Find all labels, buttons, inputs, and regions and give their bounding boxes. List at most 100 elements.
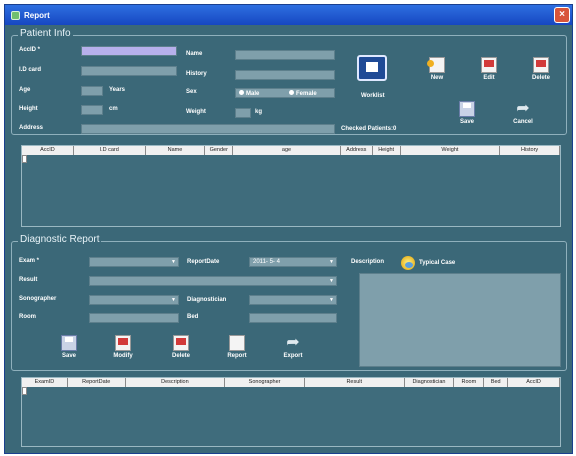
sex-male-radio[interactable]: Male xyxy=(239,90,259,97)
report-window: Report × Patient Info AccID * I.D card A… xyxy=(4,4,573,454)
diagnostic-report-title: Diagnostic Report xyxy=(18,234,102,245)
address-label: Address xyxy=(19,125,44,131)
save-patient-button[interactable]: Save xyxy=(449,101,485,125)
worklist-label[interactable]: Worklist xyxy=(361,93,385,99)
weight-unit: kg xyxy=(255,109,263,115)
cancel-icon: ➦ xyxy=(516,100,530,117)
patient-info-title: Patient Info xyxy=(18,28,73,39)
history-input[interactable] xyxy=(235,70,335,80)
col-age[interactable]: age xyxy=(233,146,341,155)
history-label: History xyxy=(186,71,207,77)
worklist-icon[interactable] xyxy=(357,55,387,81)
delete-icon xyxy=(533,57,549,73)
col-gender[interactable]: Gender xyxy=(205,146,234,155)
id-card-label: I.D card xyxy=(19,67,42,73)
col-exam-id[interactable]: ExamID xyxy=(22,378,68,387)
exam-select[interactable]: ▼ xyxy=(89,257,179,267)
id-card-input[interactable] xyxy=(81,66,177,76)
col-height[interactable]: Height xyxy=(373,146,401,155)
report-button[interactable]: Report xyxy=(219,335,255,359)
sex-male-label: Male xyxy=(246,91,260,97)
save-patient-label: Save xyxy=(459,119,474,125)
export-button-label: Export xyxy=(283,353,303,359)
export-icon: ➦ xyxy=(286,334,300,351)
checked-patients-label: Checked Patients:0 xyxy=(341,126,397,132)
col-weight[interactable]: Weight xyxy=(401,146,501,155)
weight-label: Weight xyxy=(186,109,206,115)
save-report-button[interactable]: Save xyxy=(51,335,87,359)
sonographer-select[interactable]: ▼ xyxy=(89,295,179,305)
col-diagnostician[interactable]: Diagnostician xyxy=(405,378,455,387)
edit-icon xyxy=(481,57,497,73)
col-report-date[interactable]: ReportDate xyxy=(68,378,126,387)
report-date-label: ReportDate xyxy=(187,259,220,265)
sonographer-label: Sonographer xyxy=(19,296,57,302)
result-label: Result xyxy=(19,277,38,283)
address-input[interactable] xyxy=(81,124,335,134)
name-input[interactable] xyxy=(235,50,335,60)
bed-input[interactable] xyxy=(249,313,337,323)
delete-report-label: Delete xyxy=(171,353,190,359)
sex-female-label: Female xyxy=(296,91,317,97)
save-icon xyxy=(459,101,475,117)
delete-button[interactable]: Delete xyxy=(523,57,559,81)
exam-label: Exam * xyxy=(19,258,40,264)
delete-report-icon xyxy=(173,335,189,351)
report-icon xyxy=(229,335,245,351)
report-date-value: 2011- 5- 4 xyxy=(253,259,280,265)
name-label: Name xyxy=(186,51,203,57)
col-address[interactable]: Address xyxy=(341,146,373,155)
room-label: Room xyxy=(19,314,36,320)
col-accid[interactable]: AccID xyxy=(22,146,74,155)
col-id-card[interactable]: I.D card xyxy=(74,146,146,155)
save-report-label: Save xyxy=(61,353,76,359)
modify-icon xyxy=(115,335,131,351)
height-input[interactable] xyxy=(81,105,103,115)
edit-button[interactable]: Edit xyxy=(471,57,507,81)
typical-case-icon[interactable] xyxy=(401,256,415,270)
col-history[interactable]: History xyxy=(500,146,560,155)
diagnostician-select[interactable]: ▼ xyxy=(249,295,337,305)
window-title: Report xyxy=(24,10,50,20)
col-room[interactable]: Room xyxy=(454,378,485,387)
col-bed[interactable]: Bed xyxy=(484,378,509,387)
weight-input[interactable] xyxy=(235,108,251,118)
col-sonographer[interactable]: Sonographer xyxy=(225,378,305,387)
modify-button[interactable]: Modify xyxy=(105,335,141,359)
description-textarea[interactable] xyxy=(359,273,561,367)
height-label: Height xyxy=(19,106,38,112)
bed-label: Bed xyxy=(187,314,199,320)
close-icon[interactable]: × xyxy=(554,7,570,23)
title-bar: Report × xyxy=(5,5,572,25)
cancel-button-label: Cancel xyxy=(513,119,533,125)
modify-button-label: Modify xyxy=(113,353,133,359)
col-report-accid[interactable]: AccID xyxy=(508,378,560,387)
report-date-picker[interactable]: 2011- 5- 4 ▼ xyxy=(249,257,337,267)
app-icon xyxy=(11,10,20,20)
typical-case-label[interactable]: Typical Case xyxy=(419,260,455,266)
col-description[interactable]: Description xyxy=(126,378,226,387)
sex-female-radio[interactable]: Female xyxy=(289,90,317,97)
cancel-button[interactable]: ➦ Cancel xyxy=(505,100,541,126)
room-input[interactable] xyxy=(89,313,179,323)
col-name[interactable]: Name xyxy=(146,146,206,155)
row-indicator xyxy=(22,155,27,163)
age-input[interactable] xyxy=(81,86,103,96)
delete-report-button[interactable]: Delete xyxy=(163,335,199,359)
delete-button-label: Delete xyxy=(531,75,550,81)
col-result[interactable]: Result xyxy=(305,378,405,387)
result-select[interactable]: ▼ xyxy=(89,276,337,286)
report-row-indicator xyxy=(22,387,27,395)
save-report-icon xyxy=(61,335,77,351)
report-grid[interactable]: ExamID ReportDate Description Sonographe… xyxy=(21,377,561,447)
export-button[interactable]: ➦ Export xyxy=(275,334,311,360)
description-label: Description xyxy=(351,259,385,265)
accid-label: AccID * xyxy=(19,47,41,53)
edit-button-label: Edit xyxy=(483,75,495,81)
new-button[interactable]: New xyxy=(419,57,455,81)
patient-grid[interactable]: AccID I.D card Name Gender age Address H… xyxy=(21,145,561,227)
height-unit: cm xyxy=(109,106,118,112)
report-grid-header: ExamID ReportDate Description Sonographe… xyxy=(22,378,560,387)
diagnostician-label: Diagnostician xyxy=(187,297,227,303)
accid-input[interactable] xyxy=(81,46,177,56)
